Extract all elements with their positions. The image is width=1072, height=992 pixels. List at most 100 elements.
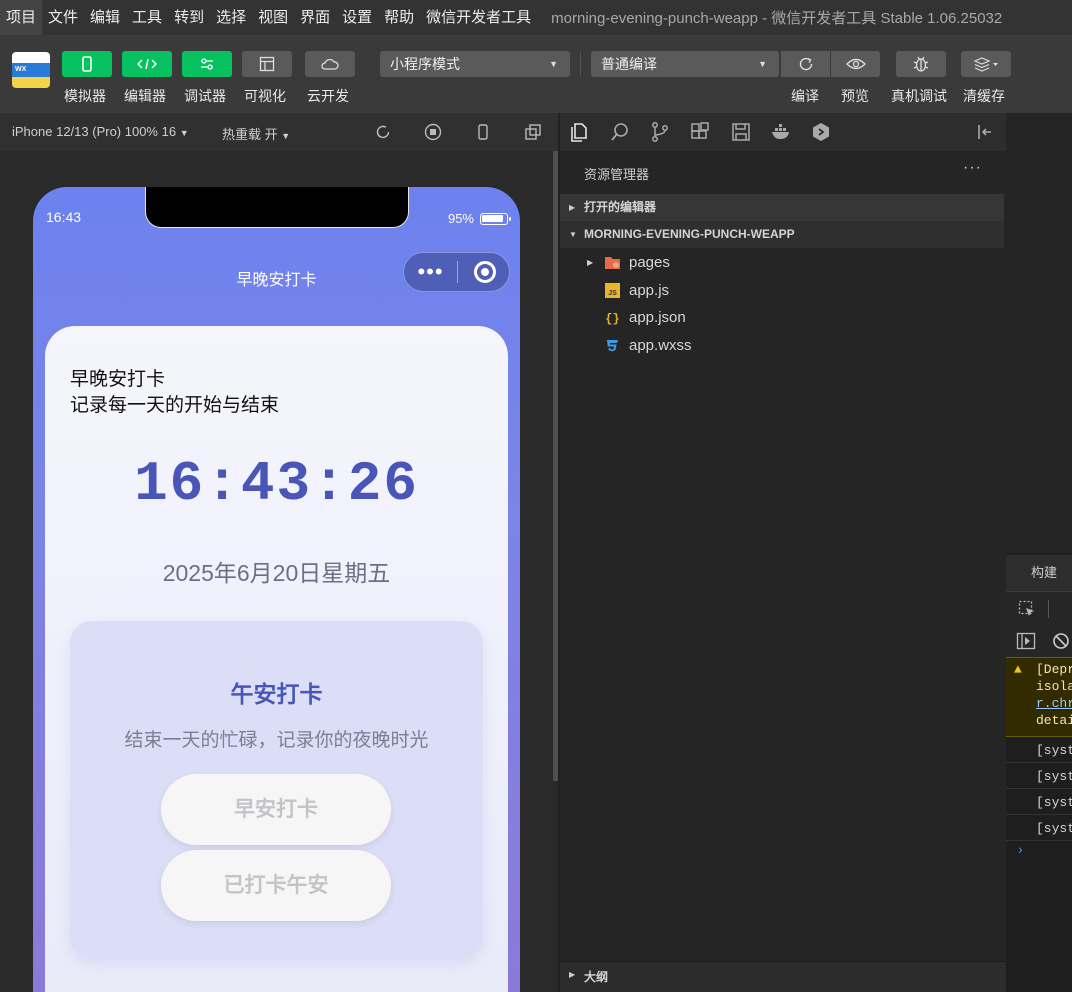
capsule-menu: ••• bbox=[403, 252, 510, 292]
caret-down-icon: ▼ bbox=[758, 59, 767, 69]
cloud-label: 云开发 bbox=[307, 88, 349, 104]
file-name: pages bbox=[629, 254, 670, 271]
more-icon[interactable]: ••• bbox=[404, 252, 457, 292]
tree-item-app-js[interactable]: JS app.js bbox=[560, 277, 1004, 304]
layers-icon bbox=[973, 57, 998, 72]
mode-select[interactable]: 小程序模式 ▼ bbox=[380, 51, 570, 77]
preview-label: 预览 bbox=[841, 88, 869, 104]
popout-icon[interactable] bbox=[524, 123, 542, 141]
clear-console-icon[interactable] bbox=[1052, 632, 1070, 650]
debugger-button[interactable] bbox=[182, 51, 232, 77]
warning-link[interactable]: r.chr bbox=[1036, 696, 1072, 711]
tree-item-app-wxss[interactable]: app.wxss bbox=[560, 332, 1004, 359]
code-icon bbox=[136, 58, 158, 70]
menu-interface[interactable]: 界面 bbox=[294, 0, 336, 35]
menu-view[interactable]: 视图 bbox=[252, 0, 294, 35]
tree-item-pages[interactable]: ▶ pages bbox=[560, 249, 1004, 276]
status-time: 16:43 bbox=[46, 209, 82, 225]
bug-icon bbox=[913, 56, 929, 72]
file-name: app.wxss bbox=[629, 337, 692, 354]
menu-bar: 项目 文件 编辑 工具 转到 选择 视图 界面 设置 帮助 微信开发者工具 mo… bbox=[0, 0, 1072, 35]
menu-tools[interactable]: 工具 bbox=[126, 0, 168, 35]
console-warning: ▲ [Depr isola r.chr detai bbox=[1006, 657, 1072, 737]
console-log-row: [syst bbox=[1006, 738, 1072, 763]
console-log-row: [syst bbox=[1006, 816, 1072, 841]
compile-select-value: 普通编译 bbox=[601, 56, 657, 72]
file-name: app.json bbox=[629, 309, 686, 326]
css-file-icon bbox=[607, 340, 618, 352]
warning-line: detai bbox=[1036, 713, 1072, 728]
build-tab[interactable]: 构建 bbox=[1006, 555, 1072, 591]
js-file-icon: JS bbox=[605, 283, 620, 298]
app-title: 早晚安打卡 bbox=[70, 369, 166, 390]
rotate-icon[interactable] bbox=[374, 123, 392, 141]
compile-select[interactable]: 普通编译 ▼ bbox=[591, 51, 779, 77]
morning-punch-button[interactable]: 早安打卡 bbox=[161, 774, 391, 845]
visual-button[interactable] bbox=[242, 51, 292, 77]
menu-project[interactable]: 项目 bbox=[0, 0, 43, 35]
file-name: app.js bbox=[629, 282, 670, 299]
refresh-icon bbox=[799, 57, 812, 71]
folder-icon bbox=[605, 257, 620, 269]
sliders-icon bbox=[201, 58, 213, 70]
simulator-toolbar: iPhone 12/13 (Pro) 100% 16 ▼ 热重载 开 ▼ bbox=[0, 113, 558, 151]
hexagon-icon[interactable] bbox=[810, 121, 832, 143]
phone-screen: 16:43 95% 早晚安打卡 ••• 早晚安打卡 记录每一天的开始与结束 16… bbox=[33, 187, 520, 992]
search-icon[interactable] bbox=[609, 121, 631, 143]
outline-section[interactable]: ▶ 大纲 bbox=[560, 961, 1006, 992]
caret-down-icon: ▼ bbox=[569, 230, 577, 239]
explorer-more-icon[interactable]: ··· bbox=[963, 159, 982, 177]
date-display: 2025年6月20日星期五 bbox=[162, 560, 391, 586]
hot-reload-toggle[interactable]: 热重载 开 ▼ bbox=[222, 124, 290, 143]
caret-right-icon: ▶ bbox=[569, 970, 576, 979]
extensions-icon[interactable] bbox=[689, 121, 711, 143]
simulator-button[interactable] bbox=[62, 51, 112, 77]
menu-select[interactable]: 选择 bbox=[210, 0, 252, 35]
preview-button[interactable] bbox=[831, 51, 880, 77]
menu-devtools[interactable]: 微信开发者工具 bbox=[420, 0, 537, 35]
device-select[interactable]: iPhone 12/13 (Pro) 100% 16 ▼ bbox=[12, 124, 189, 139]
simulator-label: 模拟器 bbox=[64, 88, 106, 104]
battery-icon bbox=[480, 212, 511, 225]
menu-edit[interactable]: 编辑 bbox=[84, 0, 126, 35]
project-section[interactable]: ▼ MORNING-EVENING-PUNCH-WEAPP bbox=[560, 221, 1004, 248]
menu-settings[interactable]: 设置 bbox=[336, 0, 378, 35]
caret-right-icon: ▶ bbox=[587, 258, 594, 267]
caret-right-icon: ▶ bbox=[569, 203, 576, 212]
menu-goto[interactable]: 转到 bbox=[168, 0, 210, 35]
visual-label: 可视化 bbox=[244, 88, 286, 104]
punch-title: 午安打卡 bbox=[230, 681, 323, 707]
cloud-button[interactable] bbox=[305, 51, 355, 77]
punched-noon-button[interactable]: 已打卡午安 bbox=[161, 850, 391, 921]
device-icon[interactable] bbox=[474, 123, 492, 141]
console-log-row: [syst bbox=[1006, 790, 1072, 815]
menu-file[interactable]: 文件 bbox=[42, 0, 84, 35]
open-editors-section[interactable]: ▶ 打开的编辑器 bbox=[560, 194, 1004, 221]
remote-debug-button[interactable] bbox=[896, 51, 946, 77]
save-icon[interactable] bbox=[730, 121, 752, 143]
collapse-panel-icon[interactable] bbox=[974, 121, 996, 143]
svg-text:JS: JS bbox=[608, 290, 617, 297]
source-control-icon[interactable] bbox=[649, 121, 671, 143]
capsule-divider bbox=[457, 261, 458, 283]
toolbar-divider bbox=[1048, 600, 1049, 618]
menu-help[interactable]: 帮助 bbox=[378, 0, 420, 35]
close-miniapp-icon[interactable] bbox=[474, 261, 496, 283]
clear-cache-button[interactable] bbox=[961, 51, 1011, 77]
docker-icon[interactable] bbox=[770, 121, 792, 143]
editor-button[interactable] bbox=[122, 51, 172, 77]
open-editors-label: 打开的编辑器 bbox=[584, 200, 657, 214]
sidebar-toggle-icon[interactable] bbox=[1016, 632, 1036, 650]
phone-icon bbox=[82, 56, 92, 72]
compile-label: 编译 bbox=[791, 88, 819, 104]
console-prompt[interactable]: › bbox=[1018, 841, 1023, 857]
caret-down-icon: ▼ bbox=[281, 131, 291, 141]
compile-button[interactable] bbox=[781, 51, 830, 77]
inspect-icon[interactable] bbox=[1018, 600, 1036, 618]
svg-text:{}: {} bbox=[605, 312, 619, 326]
files-icon[interactable] bbox=[568, 121, 590, 143]
stop-icon[interactable] bbox=[424, 123, 442, 141]
caret-down-icon: ▼ bbox=[179, 128, 189, 138]
punch-panel: 午安打卡 结束一天的忙碌，记录你的夜晚时光 早安打卡 已打卡午安 bbox=[70, 621, 483, 958]
tree-item-app-json[interactable]: {} app.json bbox=[560, 304, 1004, 331]
